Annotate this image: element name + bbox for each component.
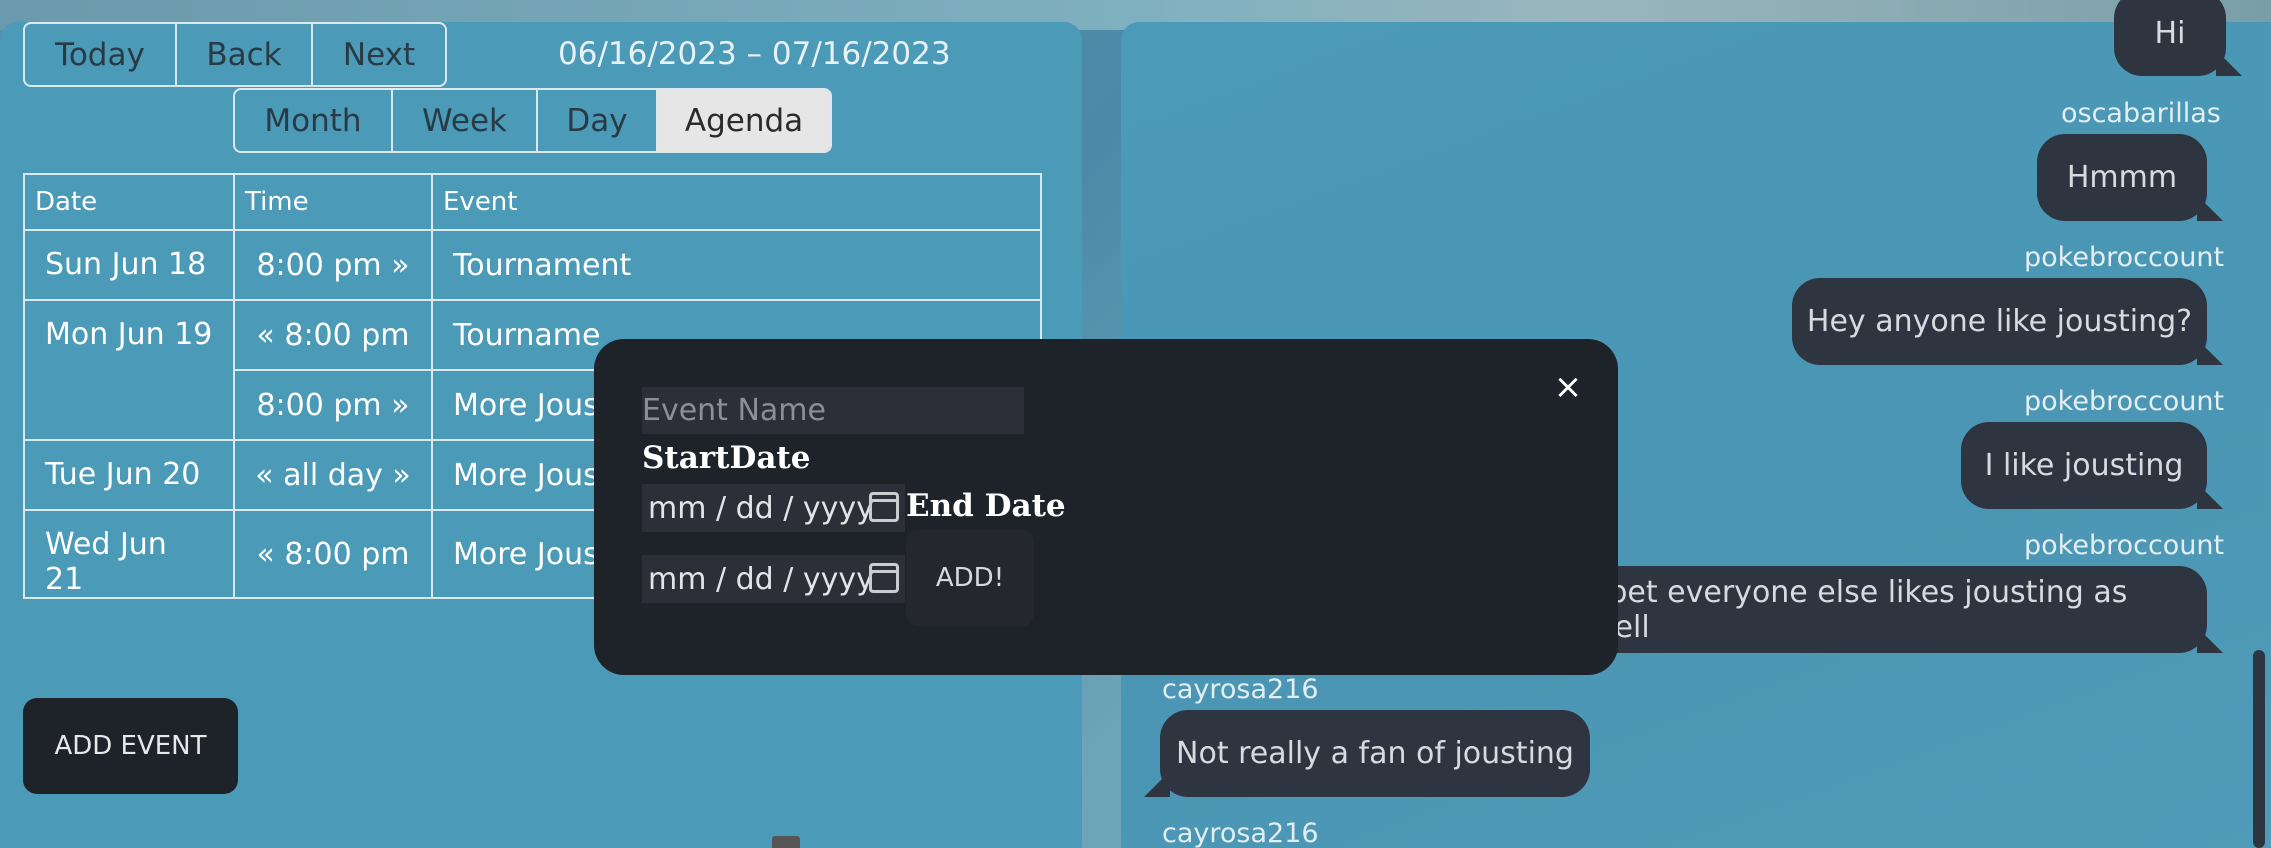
chat-username: oscabarillas xyxy=(2061,98,2221,129)
row-event[interactable]: Tournament xyxy=(431,229,1042,301)
calendar-icon[interactable] xyxy=(869,563,899,593)
calendar-icon[interactable] xyxy=(869,492,899,522)
row-time: 8:00 pm » xyxy=(233,369,433,441)
view-agenda-button[interactable]: Agenda xyxy=(658,90,830,151)
row-time: « 8:00 pm xyxy=(233,509,433,599)
date-range-label: 06/16/2023 – 07/16/2023 xyxy=(558,36,951,72)
row-date: Sun Jun 18 xyxy=(23,229,235,301)
end-date-label: End Date xyxy=(906,488,1066,524)
row-date: Wed Jun 21 xyxy=(23,509,235,599)
column-time: Time xyxy=(233,173,433,231)
table-row: Sun Jun 18 8:00 pm » Tournament xyxy=(23,229,1042,301)
add-button[interactable]: ADD! xyxy=(906,530,1034,626)
column-event: Event xyxy=(431,173,1042,231)
avatar xyxy=(772,836,800,848)
chat-bubble: I bet everyone else likes jousting as we… xyxy=(1590,566,2223,653)
chat-username: cayrosa216 xyxy=(1162,818,1319,848)
add-event-button[interactable]: ADD EVENT xyxy=(23,698,238,794)
view-week-button[interactable]: Week xyxy=(393,90,538,151)
chat-bubble: Hey anyone like jousting? xyxy=(1792,278,2223,365)
column-date: Date xyxy=(23,173,235,231)
chat-bubble: Hi xyxy=(2114,0,2242,76)
calendar-nav-group: Today Back Next xyxy=(23,22,447,87)
agenda-header-row: Date Time Event xyxy=(23,173,1042,231)
row-date: Tue Jun 20 xyxy=(23,439,235,511)
chat-bubble: I like jousting xyxy=(1961,422,2223,509)
chat-username: cayrosa216 xyxy=(1162,674,1319,705)
row-time: « all day » xyxy=(233,439,433,511)
end-date-input[interactable]: mm / dd / yyyy xyxy=(642,555,905,603)
start-date-placeholder: mm / dd / yyyy xyxy=(648,490,874,526)
event-name-input[interactable] xyxy=(642,387,1024,434)
chat-scrollbar[interactable] xyxy=(2253,650,2265,848)
chat-bubble: Hmmm xyxy=(2037,134,2223,221)
row-time: « 8:00 pm xyxy=(233,299,433,371)
chat-username: pokebroccount xyxy=(2024,386,2225,417)
back-button[interactable]: Back xyxy=(177,24,313,85)
view-month-button[interactable]: Month xyxy=(235,90,393,151)
row-date: Mon Jun 19 xyxy=(23,299,235,441)
chat-username: pokebroccount xyxy=(2024,530,2225,561)
start-date-input[interactable]: mm / dd / yyyy xyxy=(642,484,905,532)
chat-username: pokebroccount xyxy=(2024,242,2225,273)
close-icon[interactable]: × xyxy=(1550,367,1586,407)
row-time: 8:00 pm » xyxy=(233,229,433,301)
today-button[interactable]: Today xyxy=(25,24,177,85)
view-day-button[interactable]: Day xyxy=(538,90,658,151)
end-date-placeholder: mm / dd / yyyy xyxy=(648,561,874,597)
calendar-view-group: Month Week Day Agenda xyxy=(233,88,832,153)
next-button[interactable]: Next xyxy=(313,24,445,85)
start-date-label: StartDate xyxy=(642,440,811,476)
chat-bubble: Not really a fan of jousting xyxy=(1144,710,1590,797)
